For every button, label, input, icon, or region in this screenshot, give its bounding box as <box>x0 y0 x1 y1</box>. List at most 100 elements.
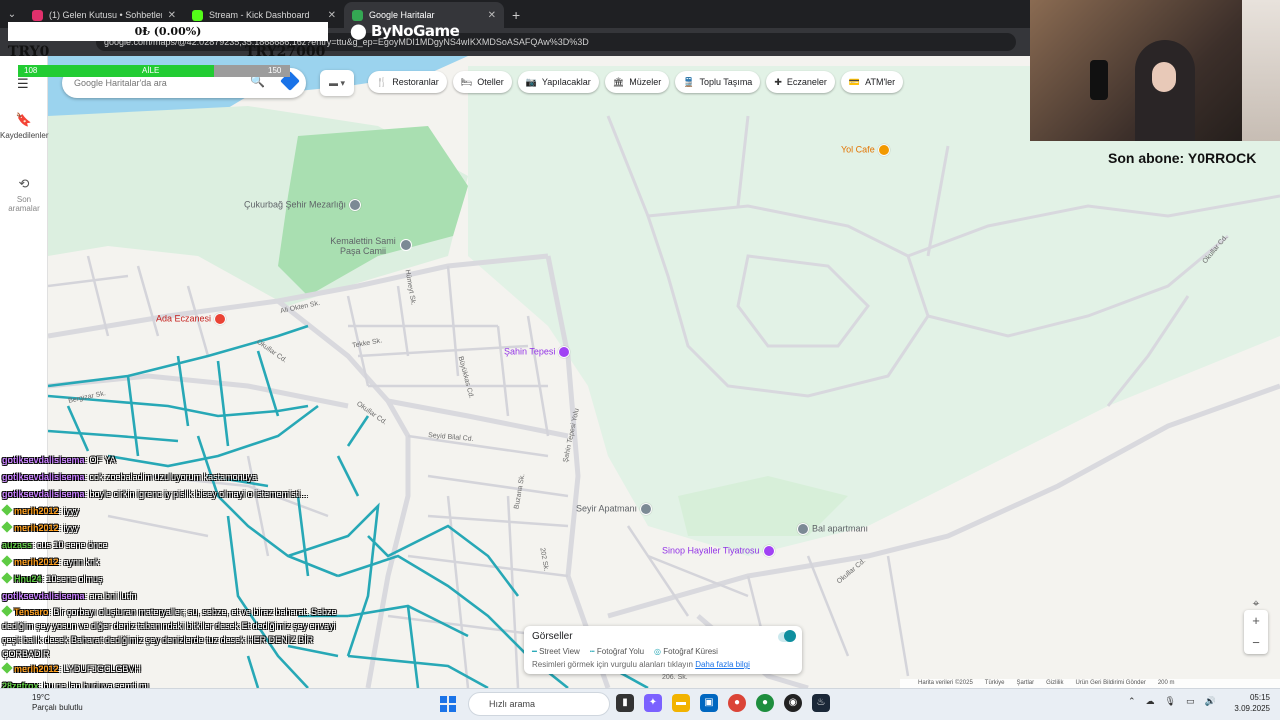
volume-icon[interactable]: 🔊 <box>1205 696 1216 707</box>
legend-photo-sphere: ◎ Fotoğraf Küresi <box>654 647 718 656</box>
category-chip[interactable]: 💳 ATM'ler <box>840 71 904 93</box>
taskbar-clock[interactable]: 05:15 3.09.2025 <box>1230 692 1270 714</box>
place-label: Kemalettin Sami Paşa Camii <box>330 236 396 256</box>
chip-icon: 🍴 <box>376 76 388 87</box>
goal-title: AİLE <box>142 66 160 75</box>
building-icon <box>797 523 809 535</box>
keyboard-layer-button[interactable]: ▬ ▾ <box>320 70 354 96</box>
place-apartment-seyir[interactable]: Seyir Apatmanı <box>576 503 655 515</box>
chat-username[interactable]: merih2012 <box>14 506 59 516</box>
new-tab-icon[interactable]: + <box>504 2 528 28</box>
learn-more-link[interactable]: Daha fazla bilgi <box>695 660 750 669</box>
close-icon[interactable]: ✕ <box>488 10 496 21</box>
menu-icon[interactable]: ☰ <box>17 76 29 92</box>
clock-time: 05:15 <box>1249 693 1270 702</box>
copilot-icon[interactable]: ✦ <box>644 694 662 712</box>
rail-saved[interactable]: 🔖 Kaydedilenler <box>0 112 48 140</box>
imagery-toggle[interactable] <box>778 630 796 642</box>
weather-widget[interactable]: 19°C Parçalı bulutlu <box>32 693 83 713</box>
bookmark-icon: 🔖 <box>15 112 33 127</box>
place-cafe[interactable]: Yol Cafe <box>841 144 893 156</box>
clock-date: 3.09.2025 <box>1234 704 1270 713</box>
place-mosque[interactable]: Kemalettin Sami Paşa Camii <box>326 236 400 256</box>
history-icon: ⟲ <box>18 176 30 191</box>
weather-temp: 19°C <box>32 693 50 702</box>
attribution-item[interactable]: Türkiye <box>985 679 1005 688</box>
chat-username[interactable]: merih2012 <box>14 557 59 567</box>
attribution-item[interactable]: Ürün Geri Bildirimi Gönder <box>1075 679 1145 688</box>
chat-username[interactable]: gotiksevdalisisema <box>2 472 85 482</box>
store-icon[interactable]: ▣ <box>700 694 718 712</box>
place-cemetery[interactable]: Çukurbağ Şehir Mezarlığı <box>244 199 364 211</box>
imagery-hint: Resimleri görmek için vurgulu alanları t… <box>532 660 750 669</box>
system-tray: ⌃ ☁ 🎙 ▭ 🔊 <box>1128 696 1216 707</box>
tab-title: Google Haritalar <box>369 10 435 20</box>
chrome-active-icon[interactable]: ● <box>756 694 774 712</box>
attribution-item: Harita verileri ©2025 <box>918 680 973 686</box>
category-chip[interactable]: 🍴 Restoranlar <box>368 71 447 93</box>
streamer-face <box>1152 62 1176 92</box>
chat-username[interactable]: gotiksevdalisisema <box>2 455 85 465</box>
chat-username[interactable]: Hnu24 <box>14 574 42 584</box>
chat-text: : boyle cirkin igrenc iy pislik bisey ol… <box>84 489 308 499</box>
chat-text: : Bir çorbayı oluşturan materyaller; su,… <box>2 607 337 659</box>
kick-icon <box>192 9 203 21</box>
chip-icon: 🏛 <box>612 76 625 87</box>
chip-label: Müzeler <box>629 77 662 87</box>
place-pharmacy[interactable]: Ada Eczanesi <box>156 313 229 325</box>
category-chip[interactable]: ✚ Eczaneler <box>766 71 835 93</box>
rail-saved-label: Kaydedilenler <box>0 131 49 140</box>
chrome-icon[interactable]: ● <box>728 694 746 712</box>
goal-current: 108 <box>24 66 38 75</box>
chat-text: : cok zoebaladim uzuluyorum kastamonuya <box>84 472 258 482</box>
chip-label: Oteller <box>477 77 504 87</box>
chat-username[interactable]: gotiksevdalisisema <box>2 489 85 499</box>
chat-username[interactable]: Tensaro <box>14 607 48 617</box>
chat-username[interactable]: merih2012 <box>14 664 59 674</box>
place-label: Seyir Apatmanı <box>576 503 638 514</box>
theatre-icon <box>762 545 775 557</box>
attribution-item[interactable]: 200 m <box>1158 679 1175 688</box>
display-icon[interactable]: ▭ <box>1186 696 1195 707</box>
place-hill[interactable]: Şahin Tepesi <box>504 346 573 358</box>
mic-icon[interactable]: 🎙 <box>1165 696 1176 707</box>
attribution-item[interactable]: Şartlar <box>1016 679 1034 688</box>
category-chip[interactable]: 📷 Yapılacaklar <box>517 71 599 93</box>
chevron-up-icon[interactable]: ⌃ <box>1128 696 1136 707</box>
steam-icon[interactable]: ♨ <box>812 694 830 712</box>
goal-target: 150 <box>268 66 282 75</box>
rail-recent[interactable]: ⟲ Son aramalar <box>0 176 48 213</box>
microphone-shape <box>1090 60 1108 100</box>
chat-username[interactable]: auzass <box>2 540 32 550</box>
sub-badge-icon <box>1 555 13 567</box>
task-view-icon[interactable]: ▮ <box>616 694 634 712</box>
attribution-item[interactable]: Gizlilik <box>1046 679 1063 688</box>
chip-icon: ✚ <box>774 76 782 87</box>
chat-text: : iyyy <box>58 523 80 533</box>
taskbar-search[interactable]: Hızlı arama <box>468 692 610 716</box>
map-attribution: Harita verileri ©2025 Türkiye Şartlar Gizli… <box>900 679 1280 688</box>
windows-start-icon[interactable] <box>440 696 456 712</box>
maps-icon <box>352 9 363 21</box>
chat-username[interactable]: merih2012 <box>14 523 59 533</box>
legend-street-view: ━ Street View <box>532 647 580 656</box>
sub-badge-icon <box>1 662 13 674</box>
close-icon[interactable]: ✕ <box>168 10 176 21</box>
zoom-out-button[interactable]: − <box>1244 632 1268 654</box>
zoom-in-button[interactable]: + <box>1244 610 1268 632</box>
cloud-icon[interactable]: ☁ <box>1146 696 1155 707</box>
chat-text: : ara bni lutfn <box>84 591 137 601</box>
chip-icon: 🚆 <box>683 76 695 87</box>
place-apartment-bal[interactable]: Bal apartmanı <box>794 523 868 535</box>
category-chip[interactable]: 🏛 Müzeler <box>604 71 670 93</box>
category-chip[interactable]: 🚆 Toplu Taşıma <box>675 71 761 93</box>
chat-message: auzass: cus 10 sene önce <box>2 537 342 554</box>
chat-username[interactable]: gotiksevdalisisema <box>2 591 85 601</box>
obs-icon[interactable]: ◉ <box>784 694 802 712</box>
place-theatre[interactable]: Sinop Hayaller Tiyatrosu <box>662 545 778 557</box>
chat-text: : 10sene olmuş <box>41 574 103 584</box>
category-chip[interactable]: 🛏 Oteller <box>452 71 512 93</box>
file-explorer-icon[interactable]: ▬ <box>672 694 690 712</box>
place-label: Ada Eczanesi <box>156 313 212 324</box>
close-icon[interactable]: ✕ <box>328 10 336 21</box>
